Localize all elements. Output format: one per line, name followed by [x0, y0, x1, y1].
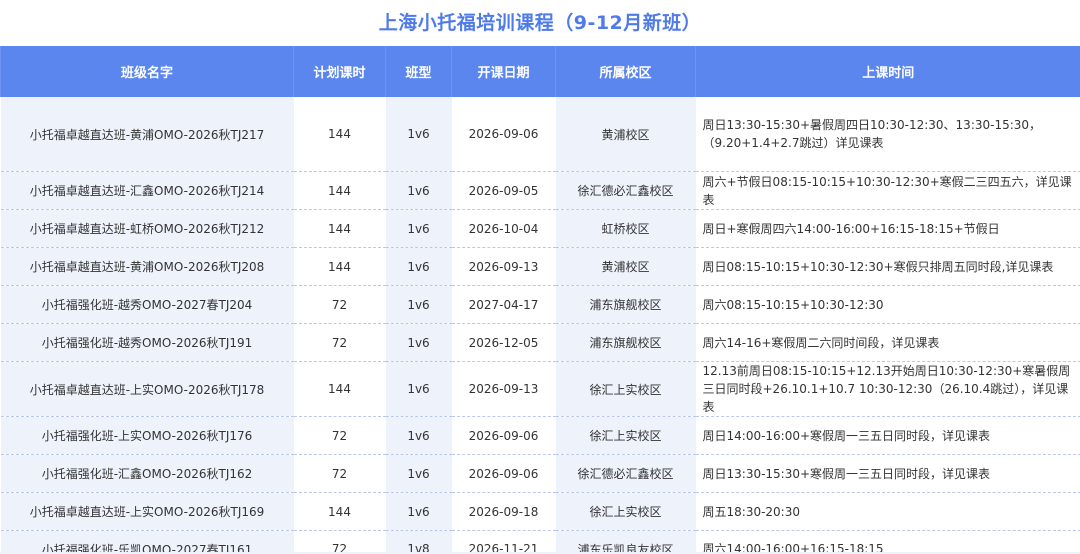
header-class-type: 班型 — [385, 46, 452, 97]
cell-start-date: 2026-09-13 — [451, 361, 556, 417]
cell-class-time: 周日13:30-15:30+暑假周四日10:30-12:30、13:30-15:… — [695, 97, 1080, 172]
cell-campus: 徐汇德必汇鑫校区 — [555, 454, 696, 493]
cell-class-name: 小托福卓越直达班-黄浦OMO-2026秋TJ217 — [0, 97, 294, 172]
cell-start-date: 2026-09-06 — [451, 97, 556, 172]
cell-class-name: 小托福卓越直达班-黄浦OMO-2026秋TJ208 — [0, 247, 294, 286]
cell-start-date: 2026-09-18 — [451, 492, 556, 531]
cell-planned-hours: 144 — [293, 492, 386, 531]
cell-campus: 浦东旗舰校区 — [555, 285, 696, 324]
header-planned-hours: 计划课时 — [293, 46, 386, 97]
cell-campus: 徐汇上实校区 — [555, 416, 696, 455]
cell-class-type: 1v6 — [385, 492, 452, 531]
cell-class-type: 1v6 — [385, 323, 452, 362]
table-row: 小托福卓越直达班-黄浦OMO-2026秋TJ208 144 1v6 2026-09-1… — [0, 247, 1080, 286]
cell-start-date: 2026-09-05 — [451, 171, 556, 210]
cell-campus: 徐汇上实校区 — [555, 492, 696, 531]
cell-class-type: 1v6 — [385, 97, 452, 172]
table-row: 小托福卓越直达班-黄浦OMO-2026秋TJ217 144 1v6 2026-09-0… — [0, 97, 1080, 172]
table-header-row: 班级名字 计划课时 班型 开课日期 所属校区 上课时间 — [0, 46, 1080, 97]
cell-class-time: 周六14-16+寒假周二六同时间段，详见课表 — [695, 323, 1080, 362]
cell-class-name: 小托福卓越直达班-虹桥OMO-2026秋TJ212 — [0, 209, 294, 248]
cell-planned-hours: 72 — [293, 530, 386, 554]
cell-class-time: 周六+节假日08:15-10:15+10:30-12:30+寒假二三四五六，详见… — [695, 171, 1080, 210]
course-table: 班级名字 计划课时 班型 开课日期 所属校区 上课时间 小托福卓越直达班-黄浦O… — [0, 46, 1080, 554]
cell-class-name: 小托福强化班-汇鑫OMO-2026秋TJ162 — [0, 454, 294, 493]
cell-campus: 徐汇德必汇鑫校区 — [555, 171, 696, 210]
cell-class-time: 周日+寒假周四六14:00-16:00+16:15-18:15+节假日 — [695, 209, 1080, 248]
cell-planned-hours: 144 — [293, 247, 386, 286]
cell-class-time: 周六08:15-10:15+10:30-12:30 — [695, 285, 1080, 324]
table-row: 小托福强化班-上实OMO-2026秋TJ176 72 1v6 2026-09-06 徐汇… — [0, 416, 1080, 455]
cell-class-time: 周日08:15-10:15+10:30-12:30+寒假只排周五同时段,详见课表 — [695, 247, 1080, 286]
cell-class-type: 1v6 — [385, 285, 452, 324]
cell-campus: 虹桥校区 — [555, 209, 696, 248]
header-campus: 所属校区 — [555, 46, 696, 97]
cell-class-name: 小托福卓越直达班-上实OMO-2026秋TJ169 — [0, 492, 294, 531]
cell-class-name: 小托福强化班-乐凯OMO-2027春TJ161 — [0, 530, 294, 554]
cell-planned-hours: 144 — [293, 361, 386, 417]
cell-class-type: 1v6 — [385, 454, 452, 493]
cell-start-date: 2026-09-06 — [451, 416, 556, 455]
cell-class-time: 12.13前周日08:15-10:15+12.13开始周日10:30-12:30… — [695, 361, 1080, 417]
cell-class-type: 1v6 — [385, 416, 452, 455]
cell-planned-hours: 72 — [293, 323, 386, 362]
cell-start-date: 2026-12-05 — [451, 323, 556, 362]
cell-planned-hours: 72 — [293, 285, 386, 324]
header-class-name: 班级名字 — [0, 46, 294, 97]
cell-planned-hours: 144 — [293, 97, 386, 172]
table-row: 小托福强化班-越秀OMO-2027春TJ204 72 1v6 2027-04-17 浦东… — [0, 285, 1080, 324]
cell-campus: 徐汇上实校区 — [555, 361, 696, 417]
cell-start-date: 2026-09-06 — [451, 454, 556, 493]
cell-class-name: 小托福强化班-越秀OMO-2027春TJ204 — [0, 285, 294, 324]
cell-class-type: 1v6 — [385, 361, 452, 417]
cell-class-name: 小托福卓越直达班-上实OMO-2026秋TJ178 — [0, 361, 294, 417]
cell-planned-hours: 72 — [293, 454, 386, 493]
cell-campus: 浦东旗舰校区 — [555, 323, 696, 362]
page-title: 上海小托福培训课程（9-12月新班） — [378, 12, 702, 34]
cell-class-time: 周日13:30-15:30+寒假周一三五日同时段，详见课表 — [695, 454, 1080, 493]
cell-class-type: 1v6 — [385, 171, 452, 210]
cell-class-time: 周六14:00-16:00+16:15-18:15 — [695, 530, 1080, 554]
cell-class-time: 周日14:00-16:00+寒假周一三五日同时段，详见课表 — [695, 416, 1080, 455]
table-row: 小托福卓越直达班-上实OMO-2026秋TJ178 144 1v6 2026-09-1… — [0, 361, 1080, 417]
cell-class-name: 小托福强化班-上实OMO-2026秋TJ176 — [0, 416, 294, 455]
course-schedule-page: 上海小托福培训课程（9-12月新班） 班级名字 计划课时 班型 开课日期 所属校… — [0, 0, 1080, 554]
cell-class-time: 周五18:30-20:30 — [695, 492, 1080, 531]
table-row: 小托福强化班-越秀OMO-2026秋TJ191 72 1v6 2026-12-05 浦东… — [0, 323, 1080, 362]
cell-campus: 黄浦校区 — [555, 97, 696, 172]
header-class-time: 上课时间 — [695, 46, 1080, 97]
cell-planned-hours: 144 — [293, 209, 386, 248]
cell-class-type: 1v6 — [385, 247, 452, 286]
table-row: 小托福卓越直达班-虹桥OMO-2026秋TJ212 144 1v6 2026-10-0… — [0, 209, 1080, 248]
cell-campus: 黄浦校区 — [555, 247, 696, 286]
cell-planned-hours: 144 — [293, 171, 386, 210]
cell-class-type: 1v6 — [385, 209, 452, 248]
cell-planned-hours: 72 — [293, 416, 386, 455]
cell-class-type: 1v8 — [385, 530, 452, 554]
header-start-date: 开课日期 — [451, 46, 556, 97]
table-row: 小托福卓越直达班-上实OMO-2026秋TJ169 144 1v6 2026-09-1… — [0, 492, 1080, 531]
cell-start-date: 2026-10-04 — [451, 209, 556, 248]
cell-class-name: 小托福卓越直达班-汇鑫OMO-2026秋TJ214 — [0, 171, 294, 210]
cell-campus: 浦东乐凯良友校区 — [555, 530, 696, 554]
cell-class-name: 小托福强化班-越秀OMO-2026秋TJ191 — [0, 323, 294, 362]
cell-start-date: 2026-11-21 — [451, 530, 556, 554]
table-row: 小托福强化班-汇鑫OMO-2026秋TJ162 72 1v6 2026-09-06 徐汇… — [0, 454, 1080, 493]
table-body: 小托福卓越直达班-黄浦OMO-2026秋TJ217 144 1v6 2026-09-0… — [0, 97, 1080, 554]
cell-start-date: 2026-09-13 — [451, 247, 556, 286]
table-row: 小托福强化班-乐凯OMO-2027春TJ161 72 1v8 2026-11-21 浦东… — [0, 530, 1080, 554]
cell-start-date: 2027-04-17 — [451, 285, 556, 324]
table-row: 小托福卓越直达班-汇鑫OMO-2026秋TJ214 144 1v6 2026-09-0… — [0, 171, 1080, 210]
